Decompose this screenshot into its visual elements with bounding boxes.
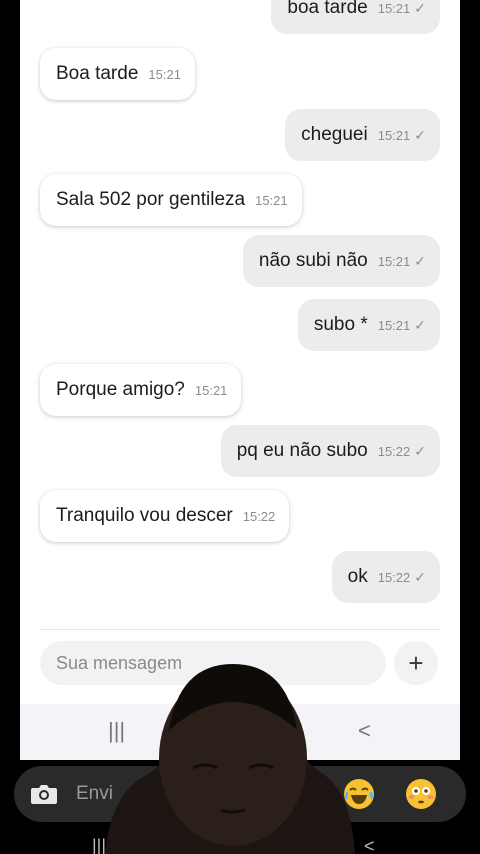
recents-button[interactable]: ||| (92, 836, 106, 854)
message-incoming[interactable]: Sala 502 por gentileza 15:21 (40, 174, 302, 226)
check-icon: ✓ (414, 568, 426, 585)
message-time: 15:21 (148, 66, 181, 82)
message-text: pq eu não subo (236, 440, 368, 461)
message-time: 15:21 (377, 127, 411, 143)
webcam-person-overlay (105, 664, 355, 854)
message-text: Porque amigo? (56, 379, 185, 400)
check-icon: ✓ (414, 442, 426, 459)
message-incoming[interactable]: Tranquilo vou descer 15:22 (40, 490, 290, 542)
add-attachment-button[interactable]: + (394, 641, 438, 685)
message-text: boa tarde (287, 0, 368, 18)
message-time: 15:21 (377, 253, 411, 269)
message-time: 15:21 (377, 317, 411, 333)
message-text: Tranquilo vou descer (56, 505, 233, 526)
flushed-emoji-icon[interactable] (404, 777, 438, 811)
camera-icon (31, 785, 57, 804)
divider (40, 629, 440, 630)
message-time: 15:21 (194, 382, 228, 398)
check-icon: ✓ (414, 0, 426, 16)
plus-icon: + (408, 647, 424, 678)
message-outgoing[interactable]: não subi não 15:21 ✓ (242, 235, 440, 287)
message-text: não subi não (258, 250, 368, 271)
message-outgoing[interactable]: ok 15:22 ✓ (331, 551, 440, 603)
back-button[interactable]: < (358, 718, 371, 744)
check-icon: ✓ (414, 126, 426, 143)
message-time: 15:21 (255, 192, 288, 208)
camera-button[interactable] (24, 774, 64, 814)
message-time: 15:22 (377, 569, 411, 585)
check-icon: ✓ (414, 316, 426, 333)
message-outgoing[interactable]: cheguei 15:21 ✓ (285, 109, 440, 161)
message-list[interactable]: boa tarde 15:21 ✓ Boa tarde 15:21 chegue… (20, 0, 460, 628)
message-outgoing[interactable]: boa tarde 15:21 ✓ (271, 0, 440, 34)
message-incoming[interactable]: Porque amigo? 15:21 (40, 364, 242, 416)
check-icon: ✓ (414, 252, 426, 269)
message-time: 15:22 (377, 443, 411, 459)
message-time: 15:22 (242, 508, 276, 524)
message-incoming[interactable]: Boa tarde 15:21 (40, 48, 195, 100)
message-outgoing[interactable]: subo * 15:21 ✓ (297, 299, 440, 351)
message-text: ok (347, 566, 368, 587)
message-time: 15:21 (377, 0, 411, 16)
back-button[interactable]: < (364, 836, 375, 854)
message-text: Sala 502 por gentileza (56, 189, 246, 210)
message-text: cheguei (301, 124, 368, 145)
message-text: subo * (313, 314, 368, 335)
message-outgoing[interactable]: pq eu não subo 15:22 ✓ (220, 425, 440, 477)
message-text: Boa tarde (56, 63, 139, 84)
chat-screen: boa tarde 15:21 ✓ Boa tarde 15:21 chegue… (20, 0, 460, 760)
